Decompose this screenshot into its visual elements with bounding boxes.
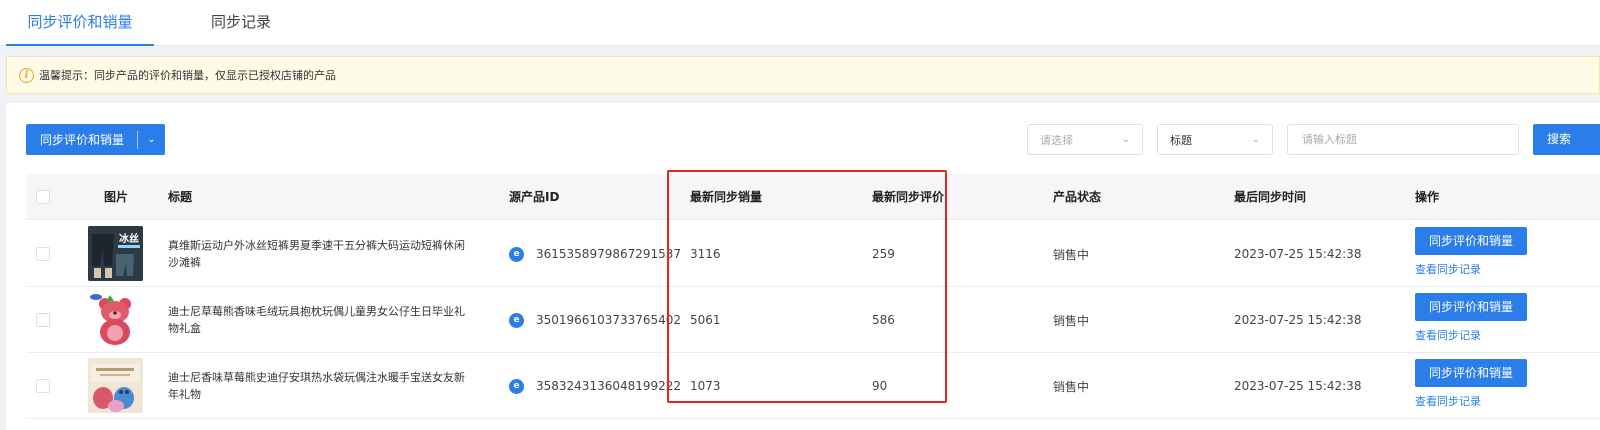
chevron-down-icon: ⌄ bbox=[1121, 134, 1130, 145]
header-status: 产品状态 bbox=[1053, 190, 1102, 204]
row-checkbox[interactable] bbox=[36, 313, 50, 327]
header-ops: 操作 bbox=[1415, 190, 1440, 204]
tab-sync-reviews-sales[interactable]: 同步评价和销量 bbox=[6, 0, 154, 46]
info-icon: i bbox=[19, 67, 34, 83]
store-select-value: 请选择 bbox=[1040, 133, 1073, 147]
source-id-cell: e 3615358979867291537 bbox=[509, 221, 681, 287]
table-row: 迪士尼香味草莓熊史迪仔安琪热水袋玩偶注水暖手宝送女友新年礼物 e 3583243… bbox=[26, 353, 1600, 419]
bulk-sync-button[interactable]: 同步评价和销量 ⌄ bbox=[26, 124, 165, 155]
header-reviews: 最新同步评价 bbox=[872, 190, 945, 204]
platform-icon: e bbox=[509, 246, 524, 262]
product-thumbnail bbox=[88, 292, 143, 347]
header-title: 标题 bbox=[168, 190, 193, 204]
select-all-checkbox[interactable] bbox=[36, 190, 50, 204]
notice-text: 温馨提示：同步产品的评价和销量，仅显示已授权店铺的产品 bbox=[39, 69, 336, 82]
header-sales: 最新同步销量 bbox=[690, 190, 763, 204]
table-row: 冰丝 真维斯运动户外冰丝短裤男夏季速干五分裤大码运动短裤休闲沙滩裤 e 3615… bbox=[26, 221, 1600, 287]
sync-row-button[interactable]: 同步评价和销量 bbox=[1415, 293, 1527, 321]
reviews-link[interactable]: 90 bbox=[872, 353, 887, 419]
field-select-value: 标题 bbox=[1170, 133, 1192, 147]
product-thumbnail bbox=[88, 358, 143, 413]
view-records-link[interactable]: 查看同步记录 bbox=[1415, 327, 1481, 343]
field-select[interactable]: 标题 ⌄ bbox=[1157, 124, 1273, 155]
table-row: 迪士尼草莓熊香味毛绒玩具抱枕玩偶儿童男女公仔生日毕业礼物礼盒 e 3501966… bbox=[26, 287, 1600, 353]
source-id: 3583243136048199222 bbox=[536, 379, 682, 393]
source-id-cell: e 3583243136048199222 bbox=[509, 353, 681, 419]
product-title: 迪士尼香味草莓熊史迪仔安琪热水袋玩偶注水暖手宝送女友新年礼物 bbox=[168, 371, 465, 401]
table-header: 图片 标题 源产品ID 最新同步销量 最新同步评价 产品状态 最后同步时间 操作 bbox=[26, 174, 1600, 220]
reviews-link[interactable]: 586 bbox=[872, 287, 895, 353]
tab-bar: 同步评价和销量 同步记录 bbox=[0, 0, 1600, 46]
status-value: 销售中 bbox=[1053, 313, 1090, 328]
platform-icon: e bbox=[509, 312, 524, 328]
view-records-link[interactable]: 查看同步记录 bbox=[1415, 393, 1481, 409]
notice-banner: i 温馨提示：同步产品的评价和销量，仅显示已授权店铺的产品 bbox=[6, 56, 1600, 94]
status-value: 销售中 bbox=[1053, 379, 1090, 394]
sync-time: 2023-07-25 15:42:38 bbox=[1234, 313, 1362, 327]
header-time: 最后同步时间 bbox=[1234, 190, 1307, 204]
source-id-cell: e 3501966103733765402 bbox=[509, 287, 681, 353]
sync-row-button[interactable]: 同步评价和销量 bbox=[1415, 227, 1527, 255]
sales-value: 3116 bbox=[690, 247, 721, 261]
row-checkbox[interactable] bbox=[36, 379, 50, 393]
reviews-link[interactable]: 259 bbox=[872, 221, 895, 287]
store-select[interactable]: 请选择 ⌄ bbox=[1027, 124, 1143, 155]
chevron-down-icon[interactable]: ⌄ bbox=[138, 134, 165, 145]
view-records-link[interactable]: 查看同步记录 bbox=[1415, 261, 1481, 277]
product-thumbnail: 冰丝 bbox=[88, 226, 143, 281]
source-id: 3501966103733765402 bbox=[536, 313, 682, 327]
search-input[interactable] bbox=[1287, 124, 1519, 155]
sync-time: 2023-07-25 15:42:38 bbox=[1234, 247, 1362, 261]
header-source-id: 源产品ID bbox=[509, 190, 560, 204]
sales-value: 5061 bbox=[690, 313, 721, 327]
platform-icon: e bbox=[509, 378, 524, 394]
header-image: 图片 bbox=[104, 190, 129, 204]
thumbnail-label: 冰丝 bbox=[119, 232, 139, 245]
product-title: 迪士尼草莓熊香味毛绒玩具抱枕玩偶儿童男女公仔生日毕业礼物礼盒 bbox=[168, 305, 465, 335]
main-panel: 同步评价和销量 ⌄ 请选择 ⌄ 标题 ⌄ 搜索 图片 标题 源产品ID 最新同步… bbox=[6, 103, 1600, 430]
sync-time: 2023-07-25 15:42:38 bbox=[1234, 379, 1362, 393]
bulk-sync-label: 同步评价和销量 bbox=[40, 133, 125, 147]
product-title: 真维斯运动户外冰丝短裤男夏季速干五分裤大码运动短裤休闲沙滩裤 bbox=[168, 239, 465, 269]
row-checkbox[interactable] bbox=[36, 247, 50, 261]
sales-value: 1073 bbox=[690, 379, 721, 393]
tab-sync-records[interactable]: 同步记录 bbox=[196, 0, 286, 46]
chevron-down-icon: ⌄ bbox=[1251, 134, 1260, 145]
sync-row-button[interactable]: 同步评价和销量 bbox=[1415, 359, 1527, 387]
source-id: 3615358979867291537 bbox=[536, 247, 682, 261]
search-button[interactable]: 搜索 bbox=[1533, 124, 1600, 155]
status-value: 销售中 bbox=[1053, 247, 1090, 262]
